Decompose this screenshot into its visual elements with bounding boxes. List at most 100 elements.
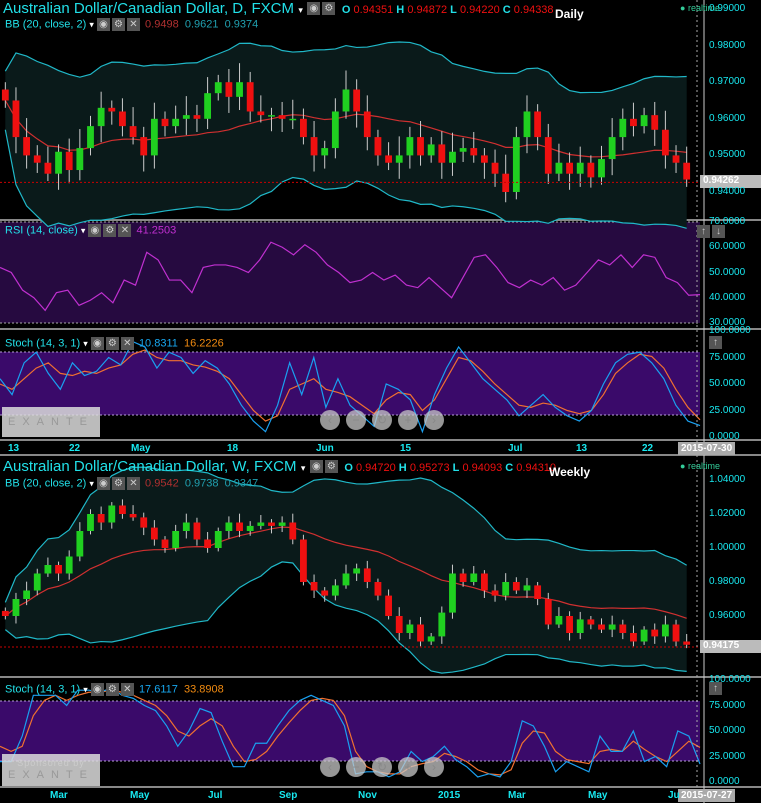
close-icon[interactable]: ✕ <box>126 18 140 31</box>
daily-candle <box>640 115 648 127</box>
bb-label[interactable]: BB (20, close, 2) <box>5 477 86 489</box>
stoch-axis-label: 0.0000 <box>709 431 740 442</box>
rsi-axis-label: 70.0000 <box>709 216 746 227</box>
weekly-time-axis-label: Sep <box>279 790 298 801</box>
weekly-candle <box>630 633 637 642</box>
weekly-candle <box>193 522 201 540</box>
gear-icon[interactable]: ⚙ <box>105 337 119 350</box>
daily-candle <box>129 126 137 138</box>
daily-candle <box>289 118 297 121</box>
status-dot-icon: ● <box>680 461 686 471</box>
close-icon[interactable]: ✕ <box>118 224 132 237</box>
gear-icon[interactable]: ⚙ <box>103 224 117 237</box>
close-label: C <box>502 4 511 16</box>
zoom-in-button[interactable]: + <box>398 410 418 430</box>
reset-button[interactable]: ↻ <box>372 410 392 430</box>
weekly-candle <box>108 505 116 523</box>
weekly-candle <box>182 522 190 531</box>
daily-time-axis-label: May <box>131 443 151 454</box>
gear-icon[interactable]: ⚙ <box>111 477 125 490</box>
rsi-value: 41.2503 <box>136 224 177 237</box>
dropdown-icon[interactable]: ▾ <box>83 684 88 694</box>
visibility-icon[interactable]: ◉ <box>90 683 104 696</box>
visibility-icon[interactable]: ◉ <box>90 337 104 350</box>
daily-candle <box>214 82 222 94</box>
exante-sponsor-logo: Sponsored by EXANTE <box>2 754 100 786</box>
gear-icon[interactable]: ⚙ <box>111 18 125 31</box>
daily-candle <box>44 162 52 174</box>
move-up-icon[interactable]: ↑ <box>709 336 722 350</box>
gear-icon[interactable]: ⚙ <box>322 2 336 16</box>
move-down-icon[interactable]: ↓ <box>712 225 725 239</box>
daily-candle <box>587 162 595 178</box>
symbol-dropdown-icon[interactable]: ▾ <box>301 463 306 473</box>
zoom-out-button[interactable]: − <box>346 757 366 777</box>
visibility-icon[interactable]: ◉ <box>96 477 110 490</box>
daily-bb-fill <box>5 42 687 229</box>
move-up-icon[interactable]: ↑ <box>697 225 710 239</box>
weekly-candle <box>300 539 307 582</box>
reset-button[interactable]: ↻ <box>372 757 392 777</box>
low-value: 0.94093 <box>462 462 503 474</box>
dropdown-icon[interactable]: ▾ <box>89 478 94 488</box>
dropdown-icon[interactable]: ▾ <box>89 19 94 29</box>
symbol-dropdown-icon[interactable]: ▾ <box>298 5 303 15</box>
low-value: 0.94220 <box>459 4 500 16</box>
daily-bb-legend: BB (20, close, 2) ▾ ◉ ⚙ ✕ 0.9498 0.9621 0.… <box>5 18 258 31</box>
daily-candle <box>512 137 520 192</box>
gear-icon[interactable]: ⚙ <box>324 460 338 474</box>
close-icon[interactable]: ✕ <box>126 477 140 490</box>
scroll-left-button[interactable]: ‹ <box>320 757 340 777</box>
zoom-out-button[interactable]: − <box>346 410 366 430</box>
daily-candle <box>33 155 41 163</box>
weekly-cursor-date: 2015-07-27 <box>678 789 736 802</box>
weekly-candle <box>140 517 148 528</box>
daily-candle <box>278 115 286 119</box>
bb-upper-value: 0.9738 <box>184 477 219 490</box>
daily-time-axis-label: 22 <box>642 443 654 454</box>
weekly-candle <box>129 514 137 518</box>
stoch-label[interactable]: Stoch (14, 3, 1) <box>5 683 80 695</box>
daily-candle <box>608 137 616 160</box>
dropdown-icon[interactable]: ▾ <box>83 338 88 348</box>
close-icon[interactable]: ✕ <box>120 337 134 350</box>
close-icon[interactable]: ✕ <box>120 683 134 696</box>
weekly-bb-legend: BB (20, close, 2) ▾ ◉ ⚙ ✕ 0.9542 0.9738 0.… <box>5 477 258 490</box>
visibility-icon[interactable]: ◉ <box>88 224 102 237</box>
daily-candle <box>661 129 669 156</box>
weekly-candle <box>651 629 659 637</box>
weekly-candle <box>417 624 424 642</box>
rsi-legend: RSI (14, close) ▾ ◉ ⚙ ✕ 41.2503 <box>5 224 176 237</box>
weekly-candle <box>246 525 254 531</box>
stoch-pane-controls: ↑ <box>709 334 724 352</box>
weekly-time-axis-label: 2015 <box>438 790 461 801</box>
open-value: 0.94351 <box>353 4 394 16</box>
stoch-axis-label: 25.0000 <box>709 750 746 762</box>
stoch-label[interactable]: Stoch (14, 3, 1) <box>5 337 80 349</box>
weekly-candle <box>566 616 573 633</box>
zoom-in-button[interactable]: + <box>398 757 418 777</box>
rsi-label[interactable]: RSI (14, close) <box>5 224 78 236</box>
visibility-icon[interactable]: ◉ <box>96 18 110 31</box>
dropdown-icon[interactable]: ▾ <box>81 225 86 235</box>
high-label: H <box>398 462 407 474</box>
visibility-icon[interactable]: ◉ <box>307 2 321 16</box>
scroll-right-button[interactable]: › <box>424 757 444 777</box>
daily-price-axis-label: 0.98000 <box>709 39 746 51</box>
weekly-price-axis-label: 0.96000 <box>709 610 746 621</box>
weekly-candle <box>87 514 94 531</box>
weekly-candle <box>172 531 180 548</box>
scroll-left-button[interactable]: ‹ <box>320 410 340 430</box>
weekly-candle <box>23 590 31 599</box>
visibility-icon[interactable]: ◉ <box>309 460 323 474</box>
weekly-candle <box>363 568 371 582</box>
weekly-candle <box>470 573 478 582</box>
daily-symbol-title[interactable]: Australian Dollar/Canadian Dollar, D, FX… <box>3 0 294 17</box>
status-dot-icon: ● <box>680 3 686 13</box>
weekly-symbol-title[interactable]: Australian Dollar/Canadian Dollar, W, FX… <box>3 458 296 475</box>
weekly-candle <box>385 595 392 616</box>
gear-icon[interactable]: ⚙ <box>105 683 119 696</box>
scroll-right-button[interactable]: › <box>424 410 444 430</box>
daily-time-axis-label: Jul <box>508 443 523 454</box>
bb-label[interactable]: BB (20, close, 2) <box>5 18 86 30</box>
